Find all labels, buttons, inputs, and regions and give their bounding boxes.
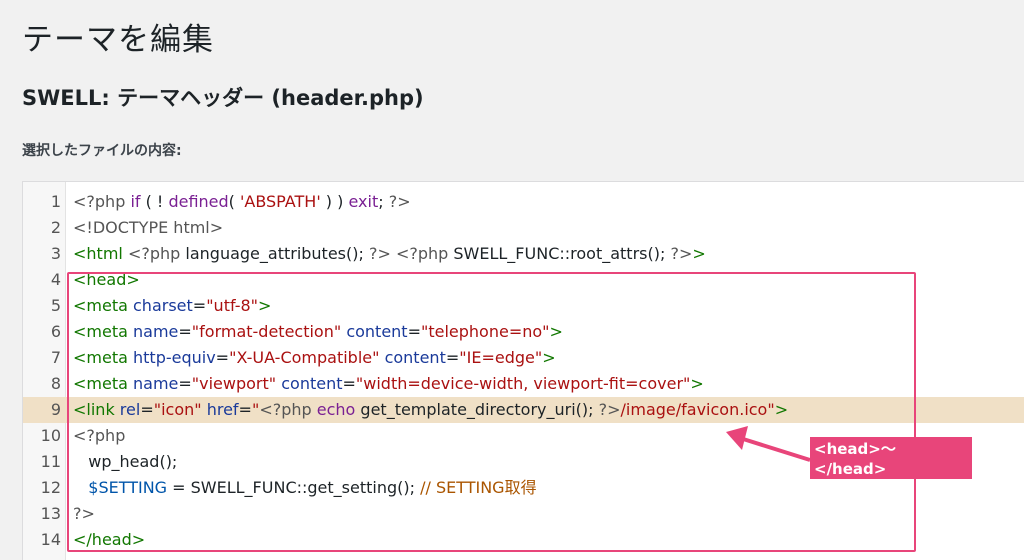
code-token: ?> — [388, 192, 411, 211]
code-token: > — [692, 244, 706, 263]
code-token: <?php — [73, 192, 131, 211]
code-token: exit — [348, 192, 379, 211]
line-number: 12 — [40, 478, 61, 497]
line-number: 1 — [50, 192, 61, 211]
line-number: 13 — [40, 504, 61, 523]
annotation-line-2: 内に追記する — [814, 480, 905, 498]
code-text: <!DOCTYPE html> — [73, 215, 223, 241]
line-number: 9 — [50, 400, 61, 419]
code-token: <!DOCTYPE html> — [73, 218, 224, 237]
line-number: 6 — [50, 322, 61, 341]
line-number: 7 — [50, 348, 61, 367]
code-text: <html <?php language_attributes(); ?> <?… — [73, 241, 706, 267]
highlight-box — [67, 272, 916, 552]
line-number: 5 — [50, 296, 61, 315]
line-number: 14 — [40, 530, 61, 549]
page-title: テーマを編集 — [22, 22, 214, 58]
line-number: 8 — [50, 374, 61, 393]
code-token: language_attributes(); — [185, 244, 369, 263]
code-token: SWELL_FUNC::root_attrs(); — [453, 244, 671, 263]
code-token: <?php — [122, 244, 186, 263]
code-text: <?php if ( ! defined( 'ABSPATH' ) ) exit… — [73, 189, 411, 215]
line-number: 3 — [50, 244, 61, 263]
content-label: 選択したファイルの内容: — [22, 143, 182, 159]
code-token: if — [130, 192, 141, 211]
code-token: ( ! — [140, 192, 169, 211]
line-number: 11 — [40, 452, 61, 471]
code-token: <html — [73, 244, 123, 263]
code-token: ?> — [670, 244, 693, 263]
file-heading: SWELL: テーマヘッダー (header.php) — [22, 86, 424, 110]
annotation-note: <head>〜</head> 内に追記する — [810, 437, 972, 498]
code-line[interactable]: 3 <html <?php language_attributes(); ?> <… — [23, 241, 1024, 267]
code-line[interactable]: 2 <!DOCTYPE html> — [23, 215, 1024, 241]
annotation-line-1: <head>〜</head> — [814, 440, 896, 478]
code-token: ( — [228, 192, 240, 211]
code-token: defined — [168, 192, 229, 211]
code-token: ?> <?php — [368, 244, 454, 263]
code-line[interactable]: 1 <?php if ( ! defined( 'ABSPATH' ) ) exi… — [23, 189, 1024, 215]
code-token: ) ) — [320, 192, 349, 211]
line-number: 2 — [50, 218, 61, 237]
code-token: 'ABSPATH' — [239, 192, 321, 211]
line-number: 10 — [40, 426, 61, 445]
code-token: ; — [378, 192, 389, 211]
arrow-icon — [726, 426, 811, 462]
line-number: 4 — [50, 270, 61, 289]
